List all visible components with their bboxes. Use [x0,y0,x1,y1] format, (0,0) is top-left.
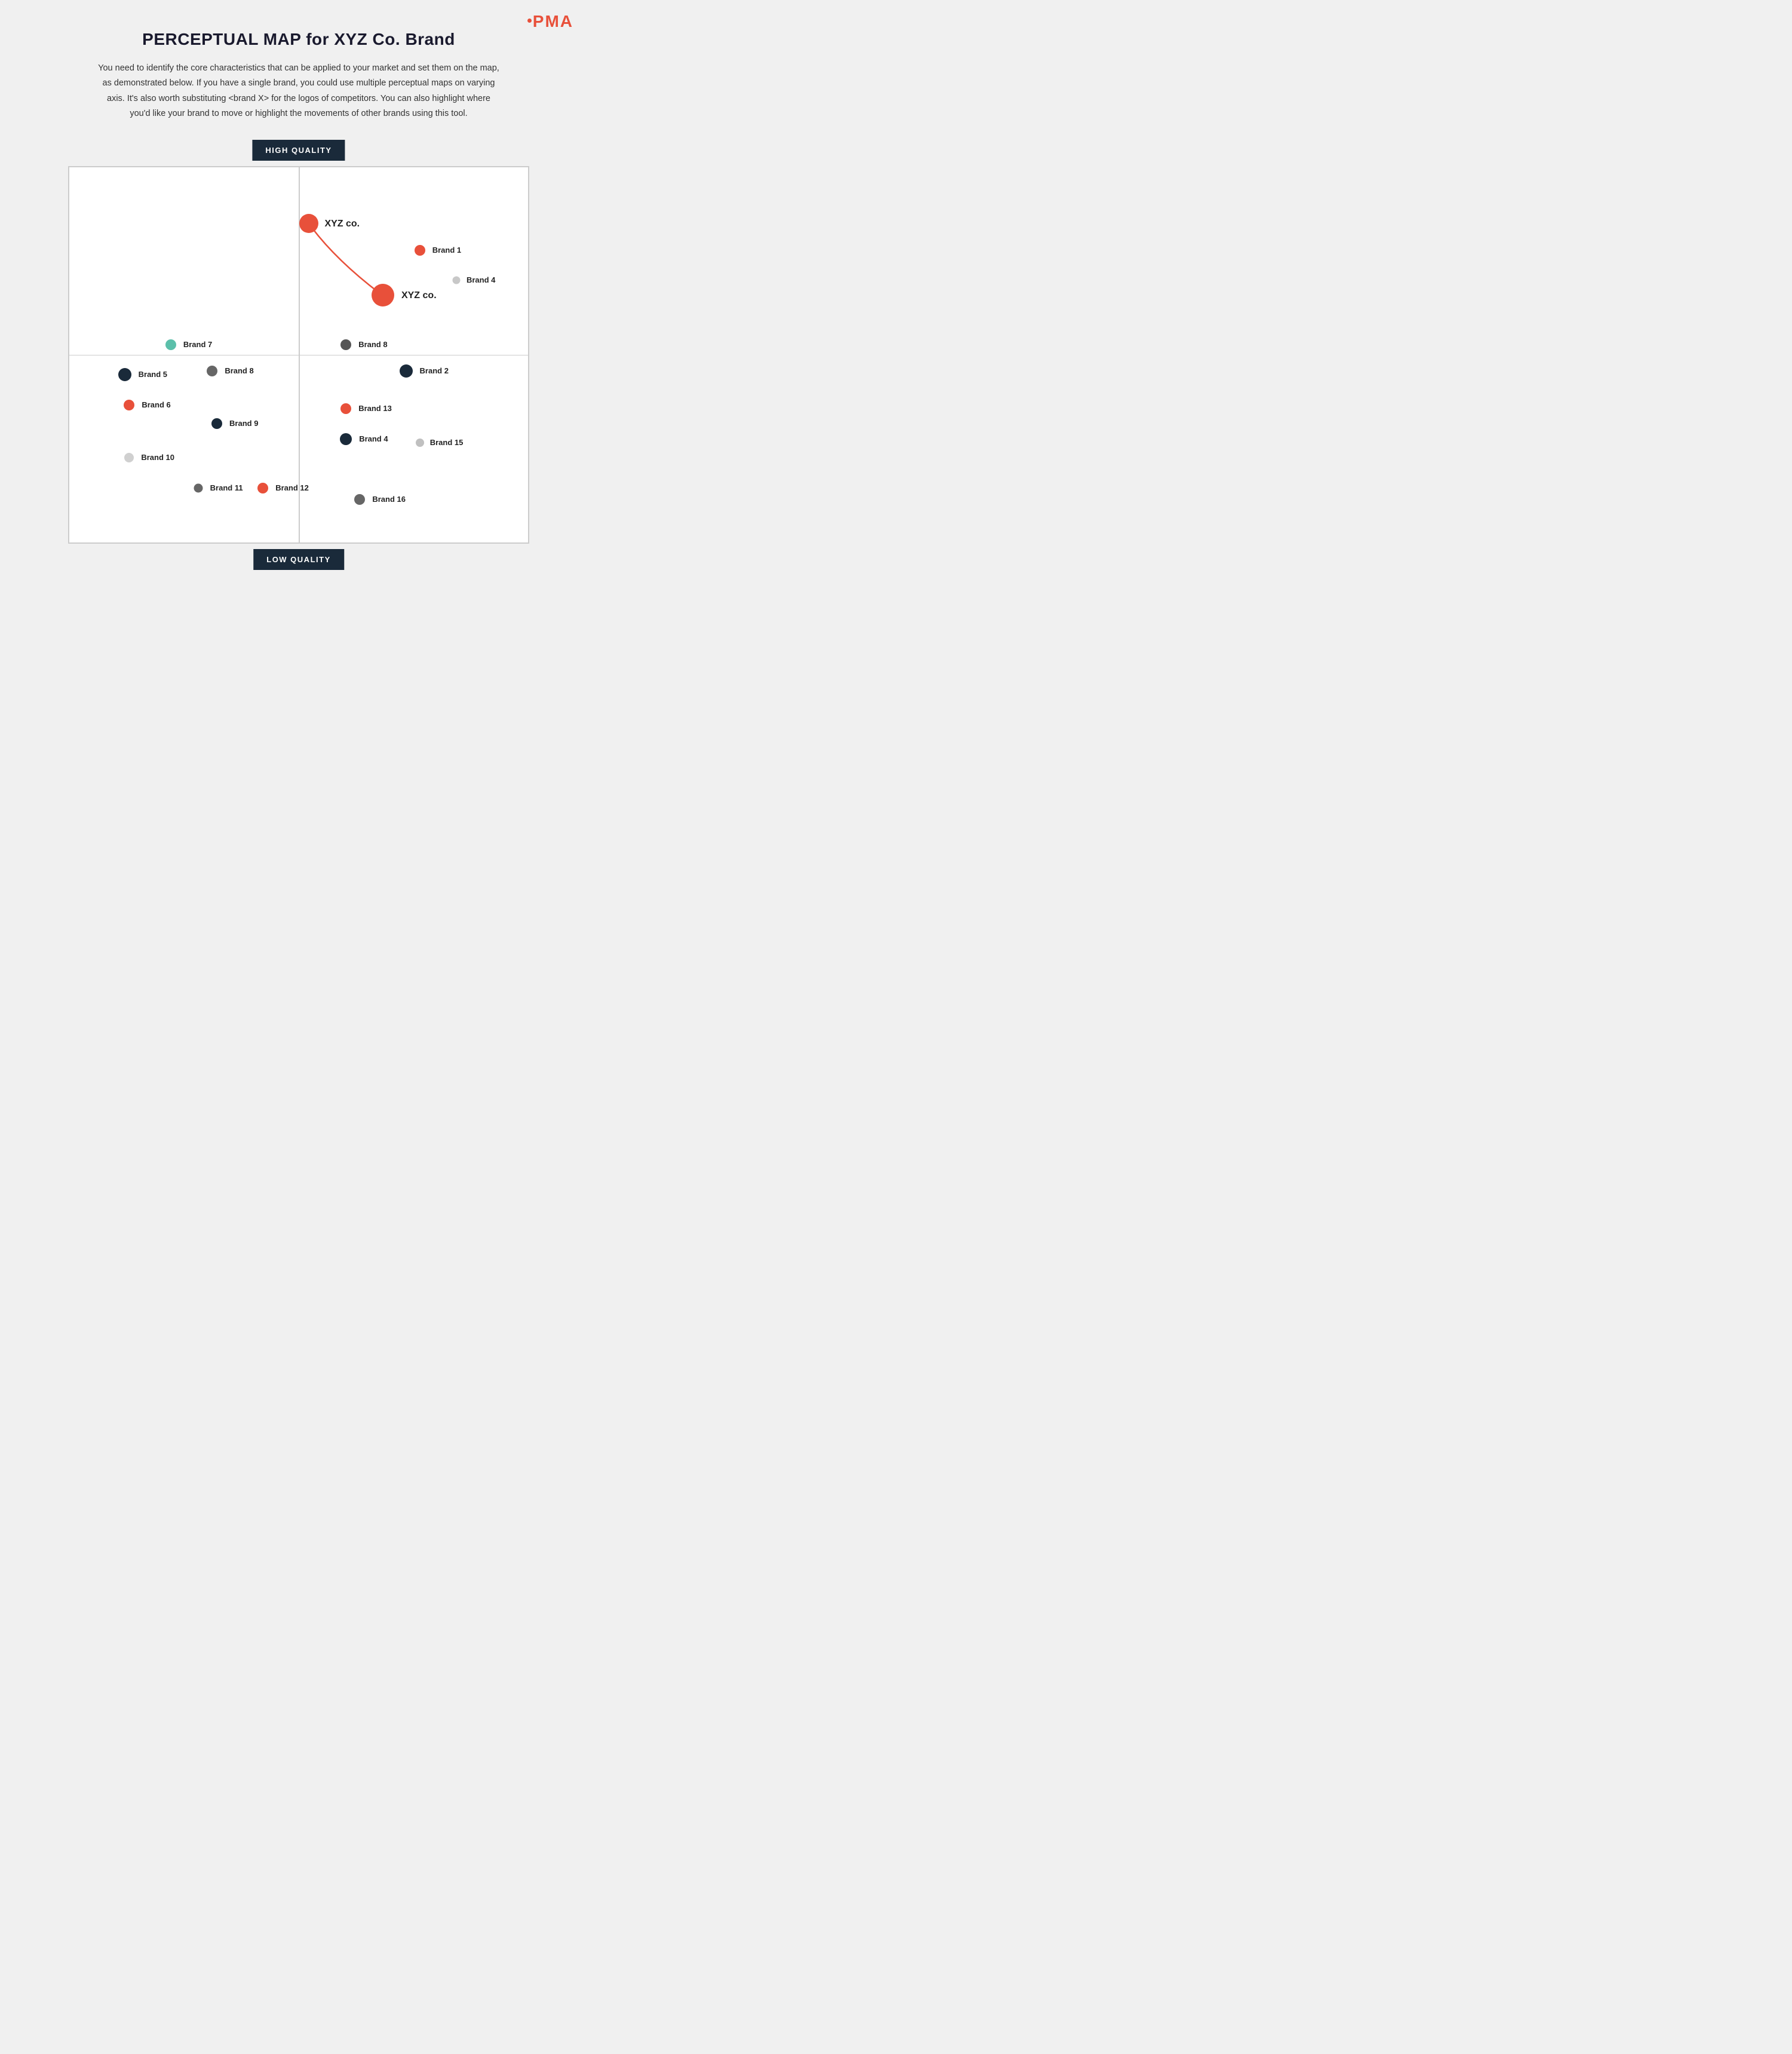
brand-dot-brand13 [340,403,351,414]
brand-dot-brand5 [118,368,131,381]
brand-dot-brand6 [124,400,134,410]
perceptual-map: HIGH QUALITY LOW QUALITY LOW COST HIGH C… [42,140,556,570]
brand-label-xyz-current: XYZ co. [401,290,437,301]
brand-dot-brand15 [416,439,424,447]
brand-label-brand12: Brand 12 [275,483,309,492]
chart-plot-area: XYZ co. XYZ co. Brand 1 Brand 4 Brand 7 Brand… [68,166,529,544]
brand-dot-brand8-right [340,339,351,350]
brand-dot-brand12 [257,483,268,493]
logo-text: PMA [527,12,573,30]
brand-label-brand9: Brand 9 [229,419,258,428]
page: PMA PERCEPTUAL MAP for XYZ Co. Brand You… [0,0,597,600]
brand-dot-brand4-bottom [340,433,352,445]
brand-label-brand15: Brand 15 [430,438,464,447]
brand-dot-brand11 [194,483,203,492]
brand-label-brand4-bottom: Brand 4 [359,434,388,443]
brand-dot-brand10 [124,453,134,462]
brand-label-brand16: Brand 16 [372,495,406,504]
brand-dot-brand16 [354,494,365,505]
brand-label-brand13: Brand 13 [358,404,392,413]
brand-dot-brand9 [211,418,222,429]
brand-label-brand7: Brand 7 [183,340,212,349]
brand-label-brand5: Brand 5 [139,370,167,379]
description-text: You need to identify the core characteri… [96,61,502,122]
brand-label-xyz-future: XYZ co. [324,219,360,229]
page-title: PERCEPTUAL MAP for XYZ Co. Brand [24,30,573,49]
brand-dot-xyz-future [299,214,318,233]
brand-dot-brand4-top [453,277,461,284]
logo-dot-icon [527,19,532,23]
brand-label-brand8-right: Brand 8 [358,340,387,349]
logo: PMA [527,12,573,31]
axis-top-label: HIGH QUALITY [252,140,345,161]
brand-label-brand10: Brand 10 [141,453,174,462]
brand-dot-brand8-left [207,366,217,376]
brand-label-brand4-top: Brand 4 [467,275,495,284]
chart-outer: HIGH QUALITY LOW QUALITY LOW COST HIGH C… [42,140,556,570]
brand-label-brand8-left: Brand 8 [225,366,253,375]
brand-label-brand11: Brand 11 [210,483,243,492]
brand-label-brand1: Brand 1 [432,246,461,255]
axis-bottom-label: LOW QUALITY [253,549,344,570]
brand-dot-brand1 [415,245,425,256]
brand-dot-brand7 [165,339,176,350]
brand-label-brand6: Brand 6 [142,400,170,409]
brand-dot-xyz-current [372,284,394,306]
brand-label-brand2: Brand 2 [420,366,449,375]
brand-dot-brand2 [400,364,413,378]
